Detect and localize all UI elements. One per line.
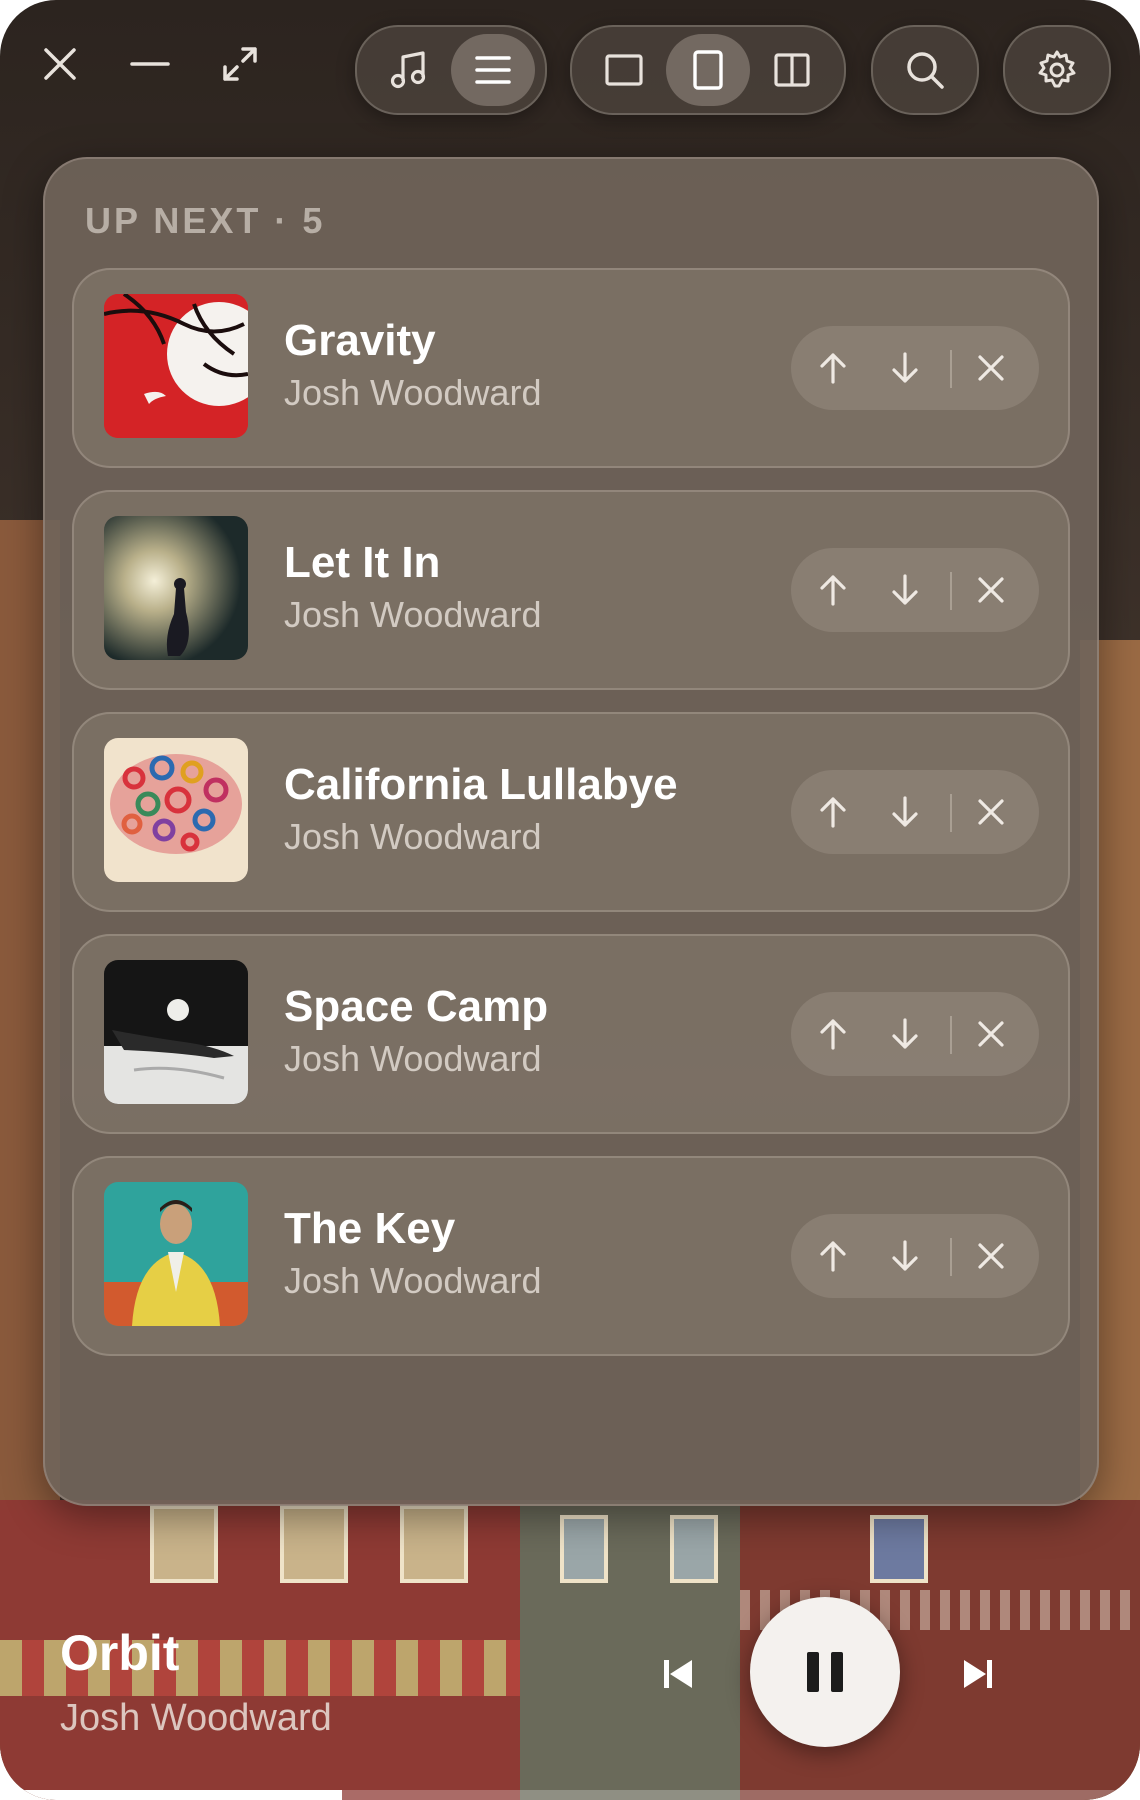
queue-item-controls <box>791 548 1039 632</box>
track-artist: Josh Woodward <box>284 372 542 413</box>
album-cover <box>104 1182 248 1326</box>
move-up-button[interactable] <box>803 560 863 620</box>
close-icon <box>44 48 76 80</box>
remove-button[interactable] <box>961 560 1021 620</box>
arrow-up-icon <box>820 575 846 606</box>
expand-icon <box>223 47 257 81</box>
move-up-button[interactable] <box>803 338 863 398</box>
queue-item-controls <box>791 770 1039 854</box>
music-note-icon <box>390 51 426 89</box>
layout-toggle-group <box>570 25 846 115</box>
playback-progress-bar[interactable] <box>0 1790 1140 1800</box>
queue-item[interactable]: California Lullabye Josh Woodward <box>72 712 1070 912</box>
layout-portrait-button[interactable] <box>666 34 750 106</box>
move-down-button[interactable] <box>875 560 935 620</box>
album-cover <box>104 516 248 660</box>
view-toggle-group <box>355 25 547 115</box>
remove-button[interactable] <box>961 1004 1021 1064</box>
queue-item[interactable]: Let It In Josh Woodward <box>72 490 1070 690</box>
skip-previous-icon <box>664 1660 692 1688</box>
search-icon <box>907 52 944 89</box>
close-icon <box>978 355 1004 381</box>
track-title: Gravity <box>284 316 436 365</box>
track-artist: Josh Woodward <box>284 594 542 635</box>
divider <box>950 1238 952 1276</box>
divider <box>950 572 952 610</box>
track-artist: Josh Woodward <box>284 816 542 857</box>
playback-progress-fill <box>0 1790 342 1800</box>
layout-square-icon <box>605 54 643 86</box>
gear-icon <box>1038 50 1076 88</box>
arrow-up-icon <box>820 353 846 384</box>
next-track-button[interactable] <box>946 1642 1010 1706</box>
minimize-window-button[interactable] <box>124 38 176 90</box>
track-title: Let It In <box>284 538 441 587</box>
close-icon <box>978 1021 1004 1047</box>
previous-track-button[interactable] <box>646 1642 710 1706</box>
move-down-button[interactable] <box>875 1226 935 1286</box>
track-title: California Lullabye <box>284 760 678 809</box>
skip-next-icon <box>964 1660 992 1688</box>
arrow-down-icon <box>892 574 918 605</box>
layout-columns-button[interactable] <box>750 34 834 106</box>
now-playing-title: Orbit <box>60 1625 180 1681</box>
move-up-button[interactable] <box>803 1226 863 1286</box>
queue-item[interactable]: The Key Josh Woodward <box>72 1156 1070 1356</box>
queue-item-controls <box>791 326 1039 410</box>
divider <box>950 794 952 832</box>
pause-icon <box>807 1652 843 1692</box>
close-window-button[interactable] <box>34 38 86 90</box>
move-down-button[interactable] <box>875 338 935 398</box>
divider <box>950 350 952 388</box>
music-player-window: UP NEXT · 5 Gravity Josh Woodward Let It… <box>0 0 1140 1800</box>
arrow-up-icon <box>820 1019 846 1050</box>
remove-button[interactable] <box>961 338 1021 398</box>
arrow-down-icon <box>892 1240 918 1271</box>
search-button[interactable] <box>871 25 979 115</box>
arrow-up-icon <box>820 797 846 828</box>
close-icon <box>978 799 1004 825</box>
move-down-button[interactable] <box>875 782 935 842</box>
minimize-icon <box>130 62 170 66</box>
queue-item[interactable]: Space Camp Josh Woodward <box>72 934 1070 1134</box>
arrow-down-icon <box>892 1018 918 1049</box>
queue-item-controls <box>791 1214 1039 1298</box>
track-title: Space Camp <box>284 982 549 1031</box>
arrow-down-icon <box>892 352 918 383</box>
album-cover <box>104 738 248 882</box>
queue-title: UP NEXT · 5 <box>85 200 326 241</box>
track-artist: Josh Woodward <box>284 1038 542 1079</box>
close-icon <box>978 1243 1004 1269</box>
settings-button[interactable] <box>1003 25 1111 115</box>
queue-view-button[interactable] <box>451 34 535 106</box>
track-artist: Josh Woodward <box>284 1260 542 1301</box>
pause-button[interactable] <box>750 1597 900 1747</box>
arrow-up-icon <box>820 1241 846 1272</box>
move-down-button[interactable] <box>875 1004 935 1064</box>
arrow-down-icon <box>892 796 918 827</box>
queue-list-icon <box>475 56 511 84</box>
remove-button[interactable] <box>961 1226 1021 1286</box>
album-cover <box>104 294 248 438</box>
divider <box>950 1016 952 1054</box>
now-playing-view-button[interactable] <box>367 34 451 106</box>
queue-item[interactable]: Gravity Josh Woodward <box>72 268 1070 468</box>
move-up-button[interactable] <box>803 782 863 842</box>
layout-square-button[interactable] <box>582 34 666 106</box>
close-icon <box>978 577 1004 603</box>
layout-portrait-icon <box>693 50 723 90</box>
expand-window-button[interactable] <box>214 38 266 90</box>
track-title: The Key <box>284 1204 456 1253</box>
queue-item-controls <box>791 992 1039 1076</box>
remove-button[interactable] <box>961 782 1021 842</box>
move-up-button[interactable] <box>803 1004 863 1064</box>
album-cover <box>104 960 248 1104</box>
now-playing-artist: Josh Woodward <box>60 1697 332 1739</box>
layout-columns-icon <box>774 53 810 87</box>
